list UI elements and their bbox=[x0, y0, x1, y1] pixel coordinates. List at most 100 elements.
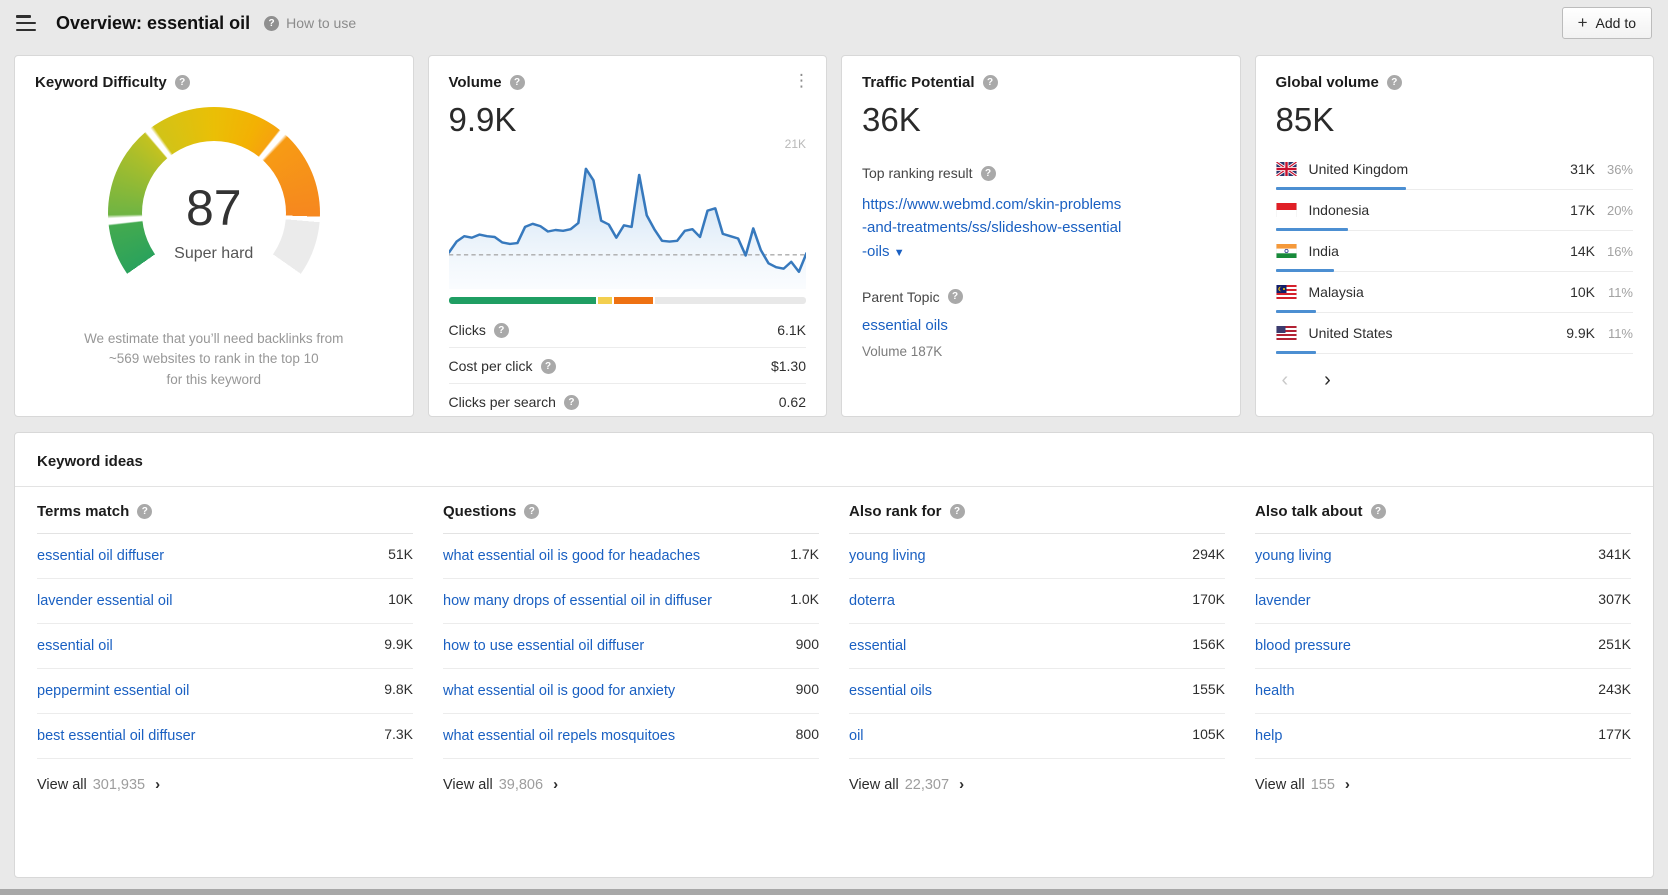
keyword-row: how many drops of essential oil in diffu… bbox=[443, 579, 819, 624]
keyword-volume: 251K bbox=[1598, 636, 1631, 652]
keyword-link[interactable]: young living bbox=[849, 546, 936, 567]
keyword-link[interactable]: best essential oil diffuser bbox=[37, 726, 206, 747]
top-ranking-url-link[interactable]: https://www.webmd.com/skin-problems -and… bbox=[862, 193, 1220, 263]
keyword-link[interactable]: lavender essential oil bbox=[37, 591, 182, 612]
country-percent: 11% bbox=[1595, 285, 1633, 300]
cpc-value: $1.30 bbox=[771, 358, 806, 374]
keyword-volume: 1.7K bbox=[790, 546, 819, 562]
keyword-link[interactable]: how to use essential oil diffuser bbox=[443, 636, 654, 657]
help-icon[interactable]: ? bbox=[1371, 504, 1386, 519]
overview-content: Keyword Difficulty ? 87 Super hard We es… bbox=[0, 46, 1668, 878]
chart-max-label: 21K bbox=[785, 137, 806, 151]
keyword-volume: 800 bbox=[796, 726, 819, 742]
view-all-count: 155 bbox=[1311, 777, 1335, 793]
country-row-id[interactable]: Indonesia17K20% bbox=[1276, 190, 1634, 231]
keyword-column-also-talk-about: Also talk about?young living341Klavender… bbox=[1255, 487, 1631, 793]
help-icon[interactable]: ? bbox=[524, 504, 539, 519]
keyword-difficulty-card: Keyword Difficulty ? 87 Super hard We es… bbox=[14, 55, 414, 417]
keyword-volume: 9.9K bbox=[384, 636, 413, 652]
help-icon[interactable]: ? bbox=[175, 75, 190, 90]
keyword-link[interactable]: lavender bbox=[1255, 591, 1321, 612]
keyword-row: essential oils155K bbox=[849, 669, 1225, 714]
country-volume: 10K bbox=[1570, 284, 1595, 300]
view-all-link[interactable]: View all22,307› bbox=[849, 776, 1225, 793]
help-icon[interactable]: ? bbox=[950, 504, 965, 519]
how-to-use-link[interactable]: ? How to use bbox=[264, 15, 356, 31]
cpc-stat-row: Cost per click? $1.30 bbox=[449, 347, 807, 383]
pager-next-icon[interactable]: › bbox=[1324, 370, 1331, 390]
chevron-right-icon: › bbox=[553, 776, 558, 793]
country-name: United States bbox=[1309, 325, 1567, 341]
help-icon[interactable]: ? bbox=[541, 359, 556, 374]
kebab-menu-icon[interactable]: ⋮ bbox=[793, 72, 810, 89]
help-icon[interactable]: ? bbox=[981, 166, 996, 181]
add-to-button[interactable]: + Add to bbox=[1562, 7, 1652, 39]
keyword-row: what essential oil is good for anxiety90… bbox=[443, 669, 819, 714]
keyword-link[interactable]: doterra bbox=[849, 591, 905, 612]
parent-topic-volume: Volume 187K bbox=[862, 344, 1220, 359]
help-icon[interactable]: ? bbox=[564, 395, 579, 410]
keyword-difficulty-title: Keyword Difficulty bbox=[35, 74, 167, 91]
country-list: United Kingdom31K36%Indonesia17K20%India… bbox=[1276, 149, 1634, 354]
caret-down-icon: ▼ bbox=[894, 247, 905, 259]
keyword-row: what essential oil repels mosquitoes 800 bbox=[443, 714, 819, 759]
keyword-link[interactable]: what essential oil is good for anxiety bbox=[443, 681, 685, 702]
keyword-row: essential oil diffuser51K bbox=[37, 534, 413, 579]
keyword-link[interactable]: health bbox=[1255, 681, 1305, 702]
help-icon[interactable]: ? bbox=[494, 323, 509, 338]
country-row-us[interactable]: United States9.9K11% bbox=[1276, 313, 1634, 354]
country-row-gb[interactable]: United Kingdom31K36% bbox=[1276, 149, 1634, 190]
cps-stat-row: Clicks per search? 0.62 bbox=[449, 383, 807, 419]
help-icon[interactable]: ? bbox=[137, 504, 152, 519]
clicks-distribution-bar bbox=[449, 297, 807, 304]
difficulty-description: We estimate that you’ll need backlinks f… bbox=[35, 329, 393, 390]
country-name: India bbox=[1309, 243, 1571, 259]
country-volume: 17K bbox=[1570, 202, 1595, 218]
help-icon[interactable]: ? bbox=[983, 75, 998, 90]
keyword-volume: 10K bbox=[388, 591, 413, 607]
keyword-link[interactable]: peppermint essential oil bbox=[37, 681, 199, 702]
flag-my-icon bbox=[1276, 285, 1297, 299]
keyword-volume: 294K bbox=[1192, 546, 1225, 562]
country-percent: 11% bbox=[1595, 326, 1633, 341]
country-row-in[interactable]: India14K16% bbox=[1276, 231, 1634, 272]
keyword-link[interactable]: essential bbox=[849, 636, 916, 657]
keyword-ideas-title: Keyword ideas bbox=[15, 453, 1653, 486]
pager-prev-icon[interactable]: ‹ bbox=[1282, 370, 1289, 390]
keyword-link[interactable]: what essential oil is good for headaches bbox=[443, 546, 710, 567]
keyword-link[interactable]: essential oil diffuser bbox=[37, 546, 174, 567]
column-header: Also rank for bbox=[849, 503, 942, 520]
view-all-link[interactable]: View all301,935› bbox=[37, 776, 413, 793]
keyword-link[interactable]: young living bbox=[1255, 546, 1342, 567]
help-icon[interactable]: ? bbox=[510, 75, 525, 90]
keyword-volume: 105K bbox=[1192, 726, 1225, 742]
parent-topic-link[interactable]: essential oils bbox=[862, 317, 1220, 334]
country-percent: 20% bbox=[1595, 203, 1633, 218]
plus-icon: + bbox=[1578, 17, 1588, 29]
keyword-volume: 156K bbox=[1192, 636, 1225, 652]
traffic-potential-title: Traffic Potential bbox=[862, 74, 975, 91]
volume-chart-svg bbox=[449, 157, 807, 289]
keyword-link[interactable]: help bbox=[1255, 726, 1292, 747]
keyword-link[interactable]: oil bbox=[849, 726, 874, 747]
menu-icon[interactable] bbox=[16, 15, 38, 31]
keyword-row: young living341K bbox=[1255, 534, 1631, 579]
country-row-my[interactable]: Malaysia10K11% bbox=[1276, 272, 1634, 313]
keyword-row: doterra170K bbox=[849, 579, 1225, 624]
help-icon[interactable]: ? bbox=[948, 289, 963, 304]
view-all-link[interactable]: View all39,806› bbox=[443, 776, 819, 793]
keyword-link[interactable]: essential oil bbox=[37, 636, 123, 657]
view-all-count: 22,307 bbox=[905, 777, 949, 793]
view-all-link[interactable]: View all155› bbox=[1255, 776, 1631, 793]
country-name: Malaysia bbox=[1309, 284, 1571, 300]
keyword-link[interactable]: what essential oil repels mosquitoes bbox=[443, 726, 685, 747]
keyword-link[interactable]: essential oils bbox=[849, 681, 942, 702]
paid-and-organic-clicks-segment bbox=[614, 297, 653, 304]
keyword-link[interactable]: blood pressure bbox=[1255, 636, 1361, 657]
country-name: United Kingdom bbox=[1309, 161, 1571, 177]
difficulty-level: Super hard bbox=[108, 245, 320, 263]
keyword-link[interactable]: how many drops of essential oil in diffu… bbox=[443, 591, 722, 612]
help-icon[interactable]: ? bbox=[1387, 75, 1402, 90]
keyword-volume: 307K bbox=[1598, 591, 1631, 607]
chevron-right-icon: › bbox=[959, 776, 964, 793]
